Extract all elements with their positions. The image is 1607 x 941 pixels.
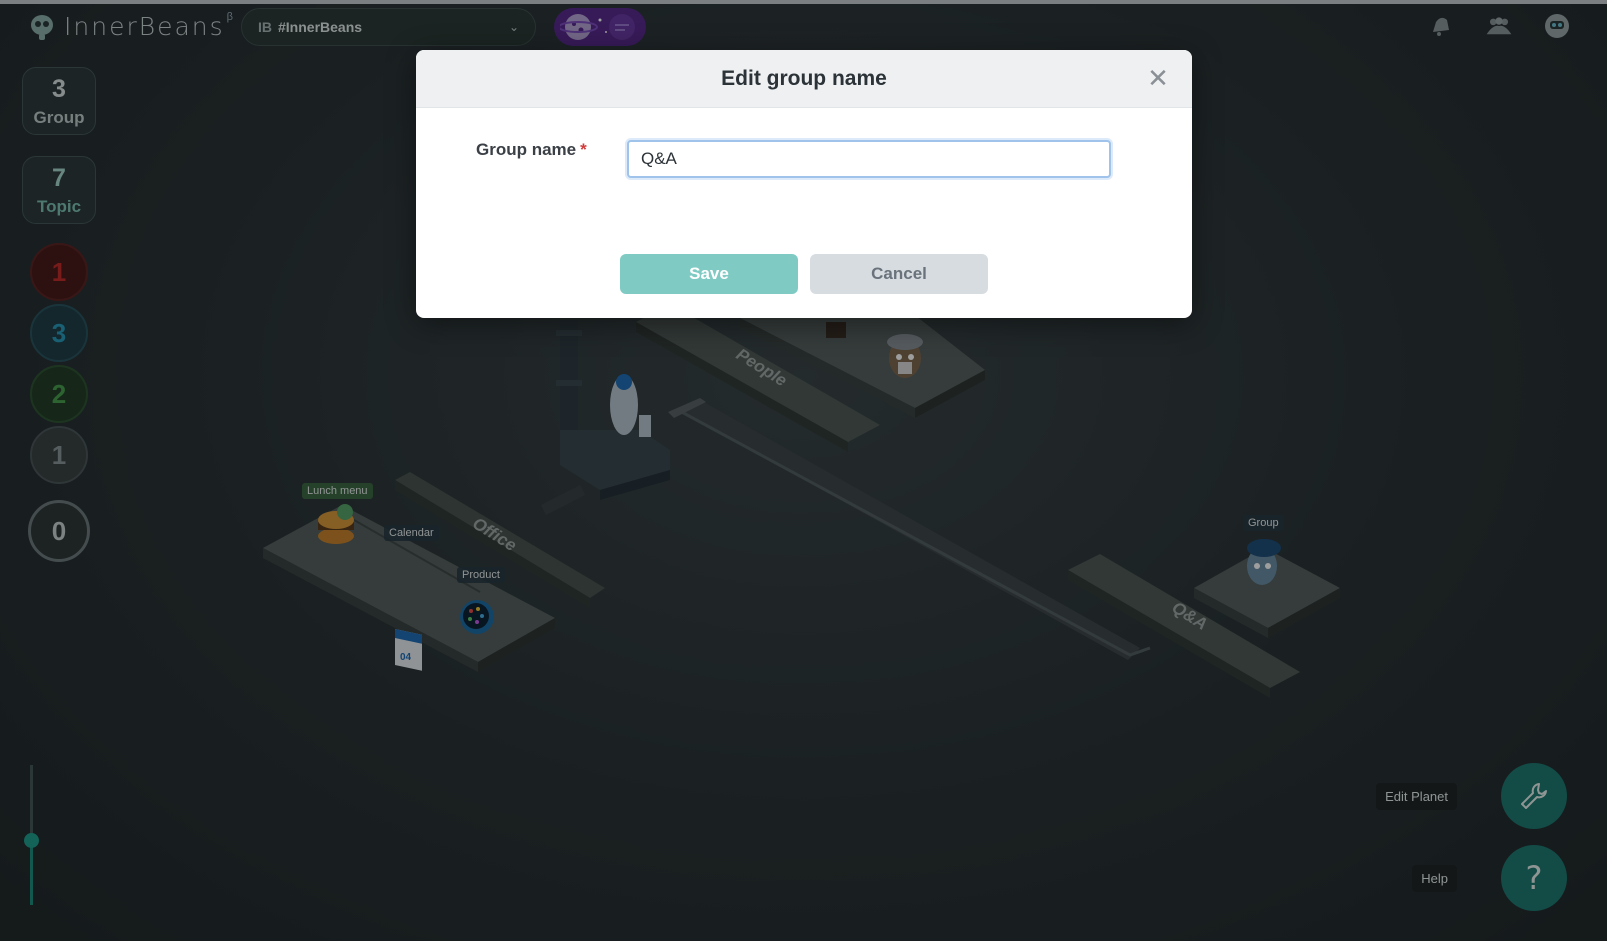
group-name-input[interactable] [627, 140, 1111, 178]
group-name-label: Group name * [476, 140, 626, 160]
edit-group-name-dialog: Edit group name ✕ Group name * [416, 50, 1192, 318]
group-name-row: Group name * [476, 140, 626, 160]
dialog-header: Edit group name ✕ [416, 50, 1192, 108]
group-name-label-text: Group name [476, 140, 577, 159]
cancel-button[interactable]: Cancel [810, 254, 988, 294]
required-mark: * [580, 140, 587, 159]
dialog-title: Edit group name [721, 66, 887, 90]
close-icon[interactable]: ✕ [1146, 65, 1170, 91]
save-button[interactable]: Save [620, 254, 798, 294]
